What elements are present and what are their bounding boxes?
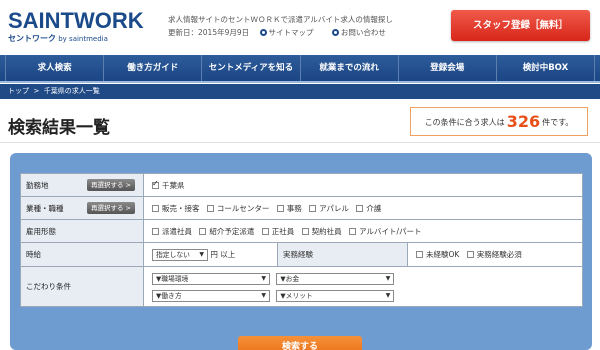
page-title: 検索結果一覧 bbox=[8, 118, 110, 138]
chevron-down-icon: ▼ bbox=[385, 291, 391, 299]
employment-label-cell: 雇用形態 bbox=[20, 219, 144, 243]
header-info: 求人情報サイトのセントＷＯＲＫで派遣アルバイト求人の情報探し 更新日：2015年… bbox=[168, 13, 402, 39]
divider bbox=[0, 142, 600, 143]
wage-unit: 円 以上 bbox=[210, 249, 236, 259]
nav-item-shortlist[interactable]: 検討中BOX bbox=[497, 55, 596, 81]
job-type-options: 販売・接客 コールセンター 事務 アパレル 介護 bbox=[143, 196, 583, 220]
sitemap-link[interactable]: サイトマップ bbox=[259, 28, 322, 37]
row-wage-experience: 時給 指定しない ▼ 円 以上 実務経験 未経験OK 実務経験必須 bbox=[20, 242, 583, 267]
nav-item-about[interactable]: セントメディアを知る bbox=[202, 55, 301, 81]
checkbox[interactable] bbox=[416, 251, 423, 258]
reselect-job-type-button[interactable]: 再選択する > bbox=[86, 202, 135, 214]
option-apparel[interactable]: アパレル bbox=[309, 204, 349, 213]
breadcrumb-current: 千葉県の求人一覧 bbox=[43, 87, 100, 95]
job-type-label: 業種・職種 bbox=[26, 203, 64, 213]
global-nav: 求人検索 働き方ガイド セントメディアを知る 就業までの流れ 登録会場 検討中B… bbox=[0, 55, 600, 83]
bullet-icon bbox=[331, 29, 339, 36]
site-logo[interactable]: SAINTWORK セントワーク by saintmedia bbox=[8, 10, 144, 44]
option-contract[interactable]: 契約社員 bbox=[301, 227, 342, 236]
breadcrumb-home[interactable]: トップ bbox=[8, 87, 29, 95]
result-count-suffix: 件です。 bbox=[542, 118, 574, 127]
row-employment: 雇用形態 派遣社員 紹介予定派遣 正社員 契約社員 アルバイト/パート bbox=[20, 219, 583, 243]
option-temp-to-perm[interactable]: 紹介予定派遣 bbox=[199, 227, 254, 236]
staff-signup-button[interactable]: スタッフ登録［無料］ bbox=[451, 10, 590, 41]
employment-label: 雇用形態 bbox=[26, 226, 56, 236]
search-conditions-table: 勤務地 再選択する > 千葉県 業種・職種 再選択する > 販売・接客 コールセ… bbox=[20, 173, 583, 307]
option-temp[interactable]: 派遣社員 bbox=[152, 227, 192, 236]
nav-item-work-guide[interactable]: 働き方ガイド bbox=[104, 55, 203, 81]
wage-options: 指定しない ▼ 円 以上 bbox=[143, 242, 278, 267]
checkbox-checked[interactable] bbox=[152, 179, 159, 189]
option-no-experience[interactable]: 未経験OK bbox=[416, 250, 459, 259]
location-options: 千葉県 bbox=[143, 173, 583, 197]
checkbox[interactable] bbox=[301, 227, 309, 235]
nav-item-job-search[interactable]: 求人検索 bbox=[5, 55, 105, 81]
chevron-down-icon: ▼ bbox=[199, 250, 204, 258]
nav-item-venues[interactable]: 登録会場 bbox=[399, 55, 497, 81]
result-count-box: この条件に合う求人は 326 件です。 bbox=[410, 107, 588, 136]
bullet-icon bbox=[259, 29, 267, 36]
checkbox[interactable] bbox=[199, 227, 207, 235]
option-care[interactable]: 介護 bbox=[356, 204, 381, 213]
checkbox[interactable] bbox=[349, 227, 357, 235]
option-chiba[interactable]: 千葉県 bbox=[152, 179, 185, 190]
preferences-label-cell: こだわり条件 bbox=[20, 266, 144, 307]
option-part-time[interactable]: アルバイト/パート bbox=[349, 227, 422, 236]
row-location: 勤務地 再選択する > 千葉県 bbox=[20, 173, 583, 197]
wage-label: 時給 bbox=[26, 250, 41, 259]
option-full-time[interactable]: 正社員 bbox=[261, 227, 294, 236]
row-job-type: 業種・職種 再選択する > 販売・接客 コールセンター 事務 アパレル 介護 bbox=[20, 196, 583, 220]
experience-options: 未経験OK 実務経験必須 bbox=[407, 242, 583, 267]
checkbox[interactable] bbox=[261, 227, 269, 235]
site-header: SAINTWORK セントワーク by saintmedia 求人情報サイトのセ… bbox=[0, 0, 600, 55]
result-count-prefix: この条件に合う求人は bbox=[424, 118, 505, 127]
location-label: 勤務地 bbox=[26, 180, 49, 190]
chevron-down-icon: ▼ bbox=[261, 291, 266, 299]
preferences-label: こだわり条件 bbox=[26, 282, 71, 291]
preferences-options: ▼職場環境 ▼ ▼お金 ▼ ▼働き方 ▼ ▼メリット ▼ bbox=[143, 266, 583, 307]
option-experience-required[interactable]: 実務経験必須 bbox=[466, 250, 522, 259]
option-office[interactable]: 事務 bbox=[276, 204, 302, 213]
select-money[interactable]: ▼お金 ▼ bbox=[276, 272, 395, 285]
checkbox[interactable] bbox=[152, 227, 159, 235]
checkbox[interactable] bbox=[309, 204, 317, 212]
updated-date: 更新日：2015年9月9日 bbox=[168, 28, 250, 37]
result-count: 326 bbox=[506, 112, 541, 131]
select-work-style[interactable]: ▼働き方 ▼ bbox=[152, 289, 270, 302]
search-button[interactable]: 検索する bbox=[238, 336, 362, 350]
option-call-center[interactable]: コールセンター bbox=[206, 204, 269, 213]
breadcrumb: トップ > 千葉県の求人一覧 bbox=[0, 84, 600, 99]
wage-select[interactable]: 指定しない ▼ bbox=[152, 248, 208, 261]
chevron-down-icon: ▼ bbox=[261, 274, 266, 282]
experience-label: 実務経験 bbox=[283, 250, 313, 259]
checkbox[interactable] bbox=[206, 204, 214, 212]
breadcrumb-separator: > bbox=[33, 87, 40, 95]
row-preferences: こだわり条件 ▼職場環境 ▼ ▼お金 ▼ ▼働き方 ▼ ▼メリット ▼ bbox=[20, 266, 583, 307]
job-type-label-cell: 業種・職種 再選択する > bbox=[20, 196, 144, 220]
site-tagline: 求人情報サイトのセントＷＯＲＫで派遣アルバイト求人の情報探し bbox=[168, 15, 393, 24]
option-sales[interactable]: 販売・接客 bbox=[152, 204, 200, 213]
experience-label-cell: 実務経験 bbox=[277, 242, 408, 267]
location-label-cell: 勤務地 再選択する > bbox=[20, 173, 144, 197]
checkbox[interactable] bbox=[152, 204, 159, 212]
nav-item-flow[interactable]: 就業までの流れ bbox=[301, 55, 399, 81]
checkbox[interactable] bbox=[276, 204, 284, 212]
chevron-down-icon: ▼ bbox=[385, 274, 391, 282]
wage-label-cell: 時給 bbox=[20, 242, 144, 267]
select-workplace[interactable]: ▼職場環境 ▼ bbox=[152, 272, 270, 285]
checkbox[interactable] bbox=[466, 251, 474, 258]
employment-options: 派遣社員 紹介予定派遣 正社員 契約社員 アルバイト/パート bbox=[143, 219, 583, 243]
contact-link[interactable]: お問い合わせ bbox=[331, 28, 394, 37]
logo-wordmark: SAINTWORK bbox=[8, 8, 144, 33]
reselect-location-button[interactable]: 再選択する > bbox=[86, 179, 135, 191]
select-benefits[interactable]: ▼メリット ▼ bbox=[276, 289, 395, 302]
logo-subtitle: セントワーク by saintmedia bbox=[8, 34, 108, 43]
checkbox[interactable] bbox=[356, 204, 364, 212]
